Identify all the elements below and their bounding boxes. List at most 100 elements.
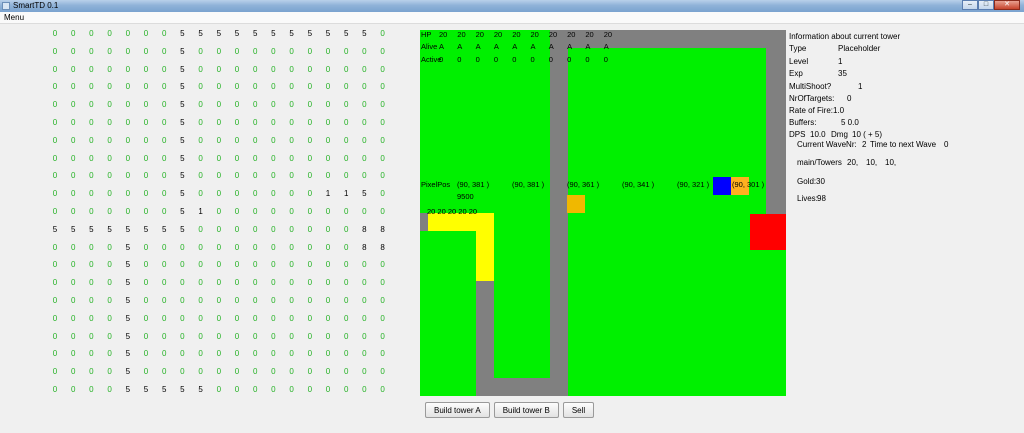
grid-cell: 0 xyxy=(161,153,167,163)
grid-cell: 5 xyxy=(161,224,167,234)
grid-cell: 0 xyxy=(70,278,76,288)
grid-cell: 0 xyxy=(252,313,258,323)
grid-cell: 0 xyxy=(380,367,385,377)
grid-cell: 0 xyxy=(271,207,276,216)
grid-cell: 0 xyxy=(252,242,258,252)
grid-cell: 0 xyxy=(52,135,58,145)
grid-cell: 0 xyxy=(380,64,385,74)
minimize-button[interactable]: – xyxy=(962,0,978,10)
hp-value: 20 xyxy=(548,30,558,39)
grid-cell: 0 xyxy=(271,189,276,199)
grid-cell: 0 xyxy=(89,242,94,252)
path-right xyxy=(766,30,786,215)
grid-cell: 5 xyxy=(161,385,167,394)
grid-cell: 0 xyxy=(325,135,331,145)
grid-cell: 0 xyxy=(307,171,313,181)
alive-value: A xyxy=(530,42,536,51)
maximize-button[interactable]: □ xyxy=(978,0,994,10)
grid-cell: 0 xyxy=(325,46,331,56)
grid-cell: 0 xyxy=(234,278,240,288)
grid-cell: 0 xyxy=(216,224,222,234)
grid-cell: 5 xyxy=(180,64,185,74)
grid-cell: 0 xyxy=(307,385,313,394)
grid-cell: 0 xyxy=(343,349,349,359)
grid-cell: 0 xyxy=(161,46,167,56)
grid-cell: 0 xyxy=(52,313,58,323)
grid-cell: 0 xyxy=(180,242,185,252)
grid-cell: 0 xyxy=(252,171,258,181)
grid-cell: 0 xyxy=(198,153,203,163)
tower-orange[interactable] xyxy=(567,195,585,213)
grid-cell: 0 xyxy=(307,118,313,127)
menu-bar: Menu xyxy=(0,12,1024,24)
hp-value: 20 xyxy=(457,30,466,39)
grid-cell: 0 xyxy=(70,260,76,270)
grid-cell: 0 xyxy=(107,385,112,394)
grid-cell: 5 xyxy=(125,278,131,288)
active-value: 0 xyxy=(530,55,535,64)
grid-cell: 0 xyxy=(125,64,131,74)
build-tower-a-button[interactable]: Build tower A xyxy=(425,402,490,418)
grid-cell: 0 xyxy=(234,153,240,163)
grid-cell: 0 xyxy=(325,82,331,92)
grid-cell: 0 xyxy=(325,313,331,323)
alive-value: A xyxy=(585,42,591,51)
grid-cell: 0 xyxy=(198,100,203,110)
grid-cell: 0 xyxy=(325,367,331,377)
close-button[interactable]: ✕ xyxy=(994,0,1020,10)
grid-cell: 0 xyxy=(198,296,203,305)
active-value: 0 xyxy=(457,55,462,64)
grid-cell: 0 xyxy=(380,82,385,92)
grid-cell: 0 xyxy=(216,349,222,359)
grid-cell: 0 xyxy=(70,242,76,252)
build-tower-b-button[interactable]: Build tower B xyxy=(493,402,559,418)
grid-cell: 0 xyxy=(70,349,76,359)
grid-cell: 0 xyxy=(143,331,149,341)
grid-cell: 0 xyxy=(343,278,349,288)
menu-item[interactable]: Menu xyxy=(4,13,24,22)
grid-cell: 5 xyxy=(125,242,131,252)
hp-label: HP xyxy=(421,30,432,39)
grid-cell: 5 xyxy=(289,29,294,38)
grid-cell: 0 xyxy=(161,82,167,92)
grid-cell: 0 xyxy=(107,367,112,377)
grid-cell: 5 xyxy=(180,189,185,199)
grid-cell: 0 xyxy=(89,135,94,145)
grid-cell: 5 xyxy=(180,29,185,38)
grid-cell: 0 xyxy=(161,367,167,377)
grid-cell: 0 xyxy=(89,118,94,127)
grid-cell: 0 xyxy=(89,189,94,199)
grid-cell: 0 xyxy=(271,171,276,181)
grid-cell: 0 xyxy=(252,189,258,199)
type-value: Placeholder xyxy=(838,44,881,53)
grid-cell: 0 xyxy=(234,224,240,234)
game-map[interactable]: HP Alive Active PixelPos 9500 20 20 20 2… xyxy=(420,30,786,396)
grid-cell: 0 xyxy=(252,100,258,110)
active-value: 0 xyxy=(512,55,517,64)
rateoffire-value: 1.0 xyxy=(833,106,845,115)
sell-button[interactable]: Sell xyxy=(562,402,595,418)
grid-cell: 0 xyxy=(325,64,331,74)
alive-value: A xyxy=(457,42,463,51)
grid-cell: 0 xyxy=(107,331,112,341)
grid-cell: 0 xyxy=(107,313,112,323)
grid-cell: 0 xyxy=(234,367,240,377)
grid-cell: 0 xyxy=(289,367,294,377)
grid-cell: 0 xyxy=(70,385,76,394)
towers-label: main/Towers xyxy=(797,158,842,167)
grid-cell: 5 xyxy=(271,29,276,38)
grid-cell: 5 xyxy=(125,349,131,359)
nroftargets-value: 0 xyxy=(847,94,852,103)
alive-value: A xyxy=(603,42,609,51)
grid-cell: 0 xyxy=(343,331,349,341)
grid-cell: 0 xyxy=(107,46,112,56)
grid-cell: 0 xyxy=(52,64,58,74)
gold-value: 30 xyxy=(816,177,825,186)
grid-cell: 0 xyxy=(70,296,76,305)
grid-cell: 0 xyxy=(107,207,112,216)
grid-cell: 0 xyxy=(198,331,203,341)
active-value: 0 xyxy=(548,55,553,64)
grid-cell: 0 xyxy=(198,224,203,234)
grid-cell: 0 xyxy=(89,153,94,163)
grid-cell: 0 xyxy=(343,313,349,323)
